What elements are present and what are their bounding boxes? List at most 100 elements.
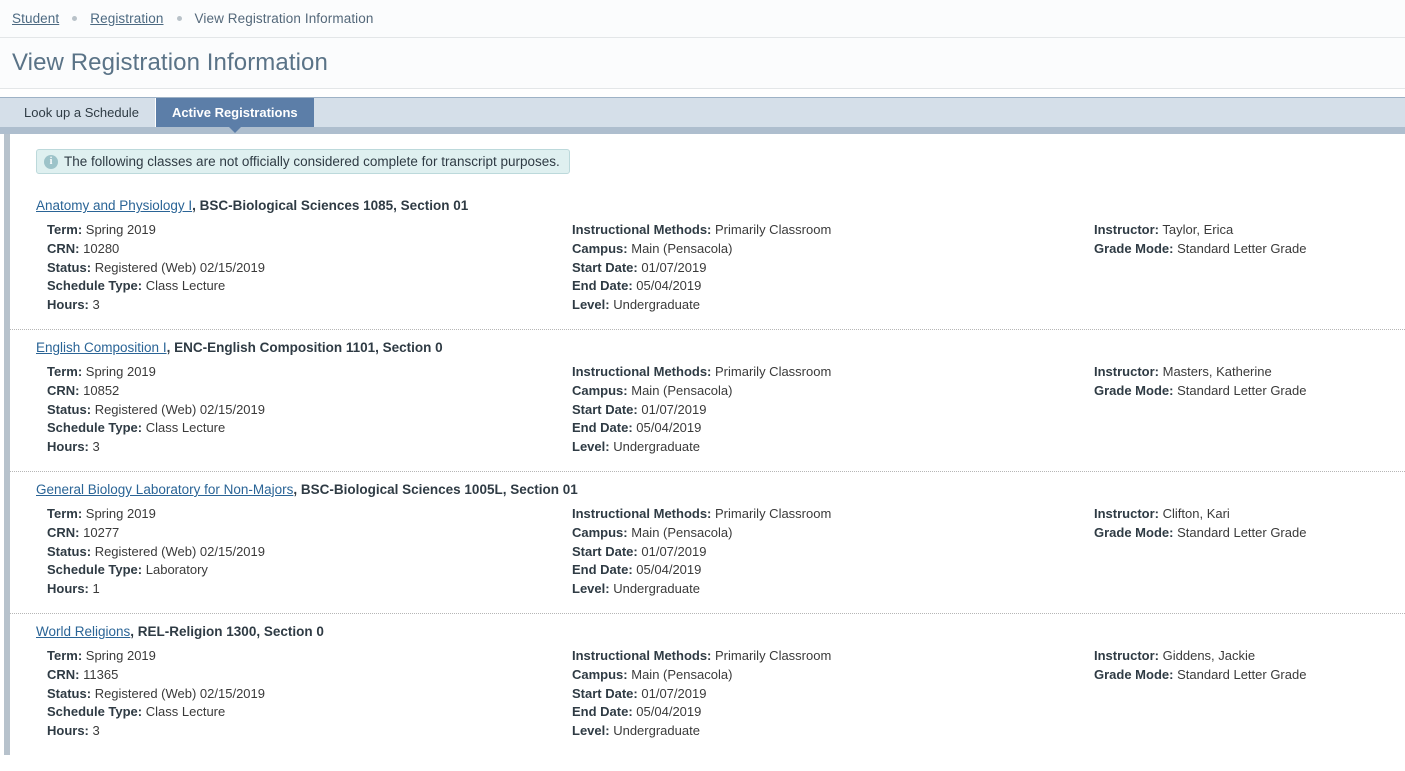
field-value: Spring 2019 <box>85 505 156 521</box>
field-value: Primarily Classroom <box>715 505 832 521</box>
field-grade-mode: Grade Mode: Standard Letter Grade <box>1094 666 1307 682</box>
field-value: Class Lecture <box>145 704 226 720</box>
field-campus: Campus: Main (Pensacola) <box>572 240 733 256</box>
tab-bar: Look up a Schedule Active Registrations <box>0 97 1405 133</box>
field-value: Registered (Web) 02/15/2019 <box>94 259 265 275</box>
breadcrumb: Student Registration View Registration I… <box>0 0 1405 38</box>
field-value: Spring 2019 <box>85 363 156 379</box>
field-schedule-type: Schedule Type: Class Lecture <box>47 704 226 720</box>
field-value: Main (Pensacola) <box>631 666 733 682</box>
field-value: Standard Letter Grade <box>1177 666 1307 682</box>
field-value: Spring 2019 <box>85 222 156 237</box>
field-grade-mode: Grade Mode: Standard Letter Grade <box>1094 240 1307 256</box>
course-column-right: Instructor: Taylor, Erica Grade Mode: St… <box>1085 221 1405 315</box>
tab-look-up-a-schedule[interactable]: Look up a Schedule <box>8 98 156 127</box>
field-hours: Hours: 3 <box>47 297 100 313</box>
field-value: 01/07/2019 <box>641 259 707 275</box>
field-value: Standard Letter Grade <box>1177 240 1307 256</box>
field-status: Status: Registered (Web) 02/15/2019 <box>47 259 265 275</box>
course-title-link[interactable]: English Composition I <box>36 340 167 355</box>
course-column-middle: Instructional Methods: Primarily Classro… <box>566 647 1085 741</box>
field-instructional-methods: Instructional Methods: Primarily Classro… <box>572 647 832 663</box>
course-title-link[interactable]: World Religions <box>36 624 130 639</box>
course-column-right: Instructor: Masters, Katherine Grade Mod… <box>1085 363 1405 457</box>
info-message: i The following classes are not official… <box>36 149 570 174</box>
field-start-date: Start Date: 01/07/2019 <box>572 259 707 275</box>
course-title-link[interactable]: General Biology Laboratory for Non-Major… <box>36 482 293 497</box>
field-value: Registered (Web) 02/15/2019 <box>94 685 265 701</box>
page-title: View Registration Information <box>12 49 328 76</box>
field-start-date: Start Date: 01/07/2019 <box>572 685 707 701</box>
tab-bar-wrapper: Look up a Schedule Active Registrations <box>0 89 1405 133</box>
page-title-bar: View Registration Information <box>0 38 1405 89</box>
info-circle-icon: i <box>44 154 58 169</box>
field-value: Class Lecture <box>145 420 226 436</box>
course-header: English Composition I, ENC-English Compo… <box>10 330 1405 355</box>
breadcrumb-item-registration[interactable]: Registration <box>90 11 163 26</box>
field-instructor: Instructor: Taylor, Erica <box>1094 222 1234 237</box>
field-value: 01/07/2019 <box>641 685 707 701</box>
breadcrumb-separator-icon <box>176 16 182 21</box>
field-value: Undergraduate <box>613 297 700 313</box>
field-value: Undergraduate <box>613 439 700 455</box>
course-header: World Religions, REL-Religion 1300, Sect… <box>10 614 1405 639</box>
course-title-link[interactable]: Anatomy and Physiology I <box>36 198 192 213</box>
field-level: Level: Undergraduate <box>572 439 700 455</box>
field-instructional-methods: Instructional Methods: Primarily Classro… <box>572 505 832 521</box>
info-message-text: The following classes are not officially… <box>64 154 560 169</box>
tab-active-registrations[interactable]: Active Registrations <box>155 98 314 133</box>
course-entry: English Composition I, ENC-English Compo… <box>10 328 1405 471</box>
tab-bar-underline <box>0 127 1405 134</box>
field-value: 05/04/2019 <box>636 562 702 578</box>
field-term: Term: Spring 2019 <box>47 363 156 379</box>
field-schedule-type: Schedule Type: Class Lecture <box>47 278 226 294</box>
field-instructor: Instructor: Clifton, Kari <box>1094 505 1230 521</box>
field-value: Standard Letter Grade <box>1177 382 1307 398</box>
field-value: 05/04/2019 <box>636 704 702 720</box>
breadcrumb-item-current: View Registration Information <box>194 11 374 26</box>
field-value: Primarily Classroom <box>715 222 832 237</box>
field-campus: Campus: Main (Pensacola) <box>572 666 733 682</box>
field-value: Class Lecture <box>145 278 226 294</box>
field-hours: Hours: 3 <box>47 723 100 739</box>
field-value: Standard Letter Grade <box>1177 524 1307 540</box>
field-instructional-methods: Instructional Methods: Primarily Classro… <box>572 222 832 237</box>
field-value: 10852 <box>83 382 120 398</box>
tab-label: Active Registrations <box>171 105 298 120</box>
field-value: Laboratory <box>145 562 208 578</box>
field-term: Term: Spring 2019 <box>47 222 156 237</box>
field-value: Masters, Katherine <box>1162 363 1272 379</box>
field-value: 01/07/2019 <box>641 401 707 417</box>
course-list: Anatomy and Physiology I, BSC-Biological… <box>10 188 1405 755</box>
course-column-left: Term: Spring 2019 CRN: 10277 Status: Reg… <box>10 505 566 599</box>
field-hours: Hours: 3 <box>47 439 100 455</box>
field-status: Status: Registered (Web) 02/15/2019 <box>47 543 265 559</box>
course-column-middle: Instructional Methods: Primarily Classro… <box>566 221 1085 315</box>
field-value: Taylor, Erica <box>1162 222 1234 237</box>
breadcrumb-item-student[interactable]: Student <box>12 11 59 26</box>
field-crn: CRN: 10280 <box>47 240 120 256</box>
field-value: Giddens, Jackie <box>1162 647 1256 663</box>
field-grade-mode: Grade Mode: Standard Letter Grade <box>1094 524 1307 540</box>
field-schedule-type: Schedule Type: Class Lecture <box>47 420 226 436</box>
field-level: Level: Undergraduate <box>572 723 700 739</box>
field-value: Primarily Classroom <box>715 647 832 663</box>
registration-page: Student Registration View Registration I… <box>0 0 1405 771</box>
field-value: Undergraduate <box>613 581 700 597</box>
field-value: Main (Pensacola) <box>631 382 733 398</box>
field-start-date: Start Date: 01/07/2019 <box>572 543 707 559</box>
field-level: Level: Undergraduate <box>572 581 700 597</box>
field-value: Registered (Web) 02/15/2019 <box>94 543 265 559</box>
course-meta: , BSC-Biological Sciences 1085, Section … <box>192 198 469 213</box>
field-instructor: Instructor: Masters, Katherine <box>1094 363 1272 379</box>
field-value: 3 <box>92 723 100 739</box>
content-panel: i The following classes are not official… <box>4 134 1405 755</box>
field-value: 1 <box>92 581 100 597</box>
field-hours: Hours: 1 <box>47 581 100 597</box>
field-term: Term: Spring 2019 <box>47 647 156 663</box>
field-schedule-type: Schedule Type: Laboratory <box>47 562 208 578</box>
field-value: 01/07/2019 <box>641 543 707 559</box>
course-meta: , ENC-English Composition 1101, Section … <box>166 339 443 355</box>
breadcrumb-separator-icon <box>72 16 78 21</box>
field-campus: Campus: Main (Pensacola) <box>572 524 733 540</box>
